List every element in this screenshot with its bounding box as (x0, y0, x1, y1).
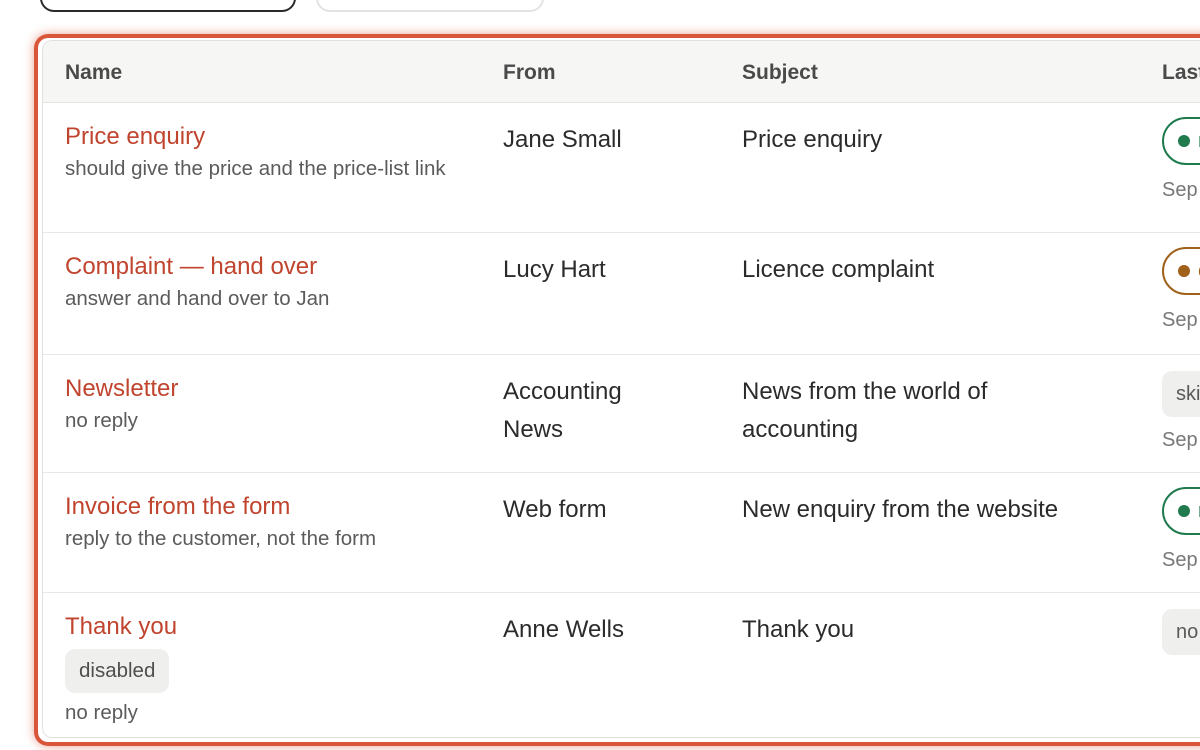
rule-note: answer and hand over to Jan (65, 287, 330, 310)
rule-note: no reply (65, 409, 138, 432)
last-run-date: Sep (1162, 429, 1198, 451)
rule-name-link[interactable]: Invoice from the form (65, 491, 465, 523)
rule-note: no reply (65, 701, 138, 724)
toolbar-button-secondary[interactable] (316, 0, 544, 12)
subject-value: New enquiry from the website (742, 496, 1059, 523)
rule-note: should give the price and the price-list… (65, 157, 446, 180)
table-row[interactable]: Invoice from the form reply to the custo… (43, 473, 1200, 593)
column-header-name[interactable]: Name (65, 61, 122, 85)
from-value: Accounting News (503, 378, 622, 443)
status-tag: no (1162, 609, 1200, 655)
column-header-last[interactable]: Last (1162, 61, 1200, 85)
subject-value: Licence complaint (742, 256, 935, 283)
last-run-date: Sep (1162, 179, 1198, 201)
column-header-subject[interactable]: Subject (742, 61, 818, 85)
rule-note: reply to the customer, not the form (65, 527, 377, 550)
rules-table: Name From Subject Last Price enquiry sho… (42, 40, 1200, 738)
last-run-date: Sep (1162, 309, 1198, 331)
from-value: Jane Small (503, 126, 622, 153)
table-row[interactable]: Newsletter no reply Accounting News News… (43, 355, 1200, 473)
status-badge: r (1162, 487, 1200, 535)
status-dot-icon (1178, 505, 1190, 517)
column-header-from[interactable]: From (503, 61, 556, 85)
toolbar-button-primary[interactable] (40, 0, 296, 12)
table-row[interactable]: Thank you disabled no reply Anne Wells T… (43, 593, 1200, 737)
rule-name-link[interactable]: Thank you (65, 611, 465, 643)
from-value: Web form (503, 496, 607, 523)
status-badge: r (1162, 117, 1200, 165)
status-badge: c (1162, 247, 1200, 295)
status-dot-icon (1178, 265, 1190, 277)
table-row[interactable]: Complaint — hand over answer and hand ov… (43, 233, 1200, 355)
rule-name-link[interactable]: Complaint — hand over (65, 251, 465, 283)
status-dot-icon (1178, 135, 1190, 147)
subject-value: News from the world of accounting (742, 378, 988, 443)
status-tag: ski (1162, 371, 1200, 417)
from-value: Lucy Hart (503, 256, 606, 283)
from-value: Anne Wells (503, 616, 624, 643)
table-header: Name From Subject Last (43, 41, 1200, 103)
rule-name-link[interactable]: Newsletter (65, 373, 465, 405)
highlighted-rules-table-frame: Name From Subject Last Price enquiry sho… (34, 34, 1200, 746)
subject-value: Price enquiry (742, 126, 883, 153)
disabled-badge: disabled (65, 649, 170, 693)
table-row[interactable]: Price enquiry should give the price and … (43, 103, 1200, 233)
last-run-date: Sep (1162, 549, 1198, 571)
subject-value: Thank you (742, 616, 855, 643)
rule-name-link[interactable]: Price enquiry (65, 121, 465, 153)
